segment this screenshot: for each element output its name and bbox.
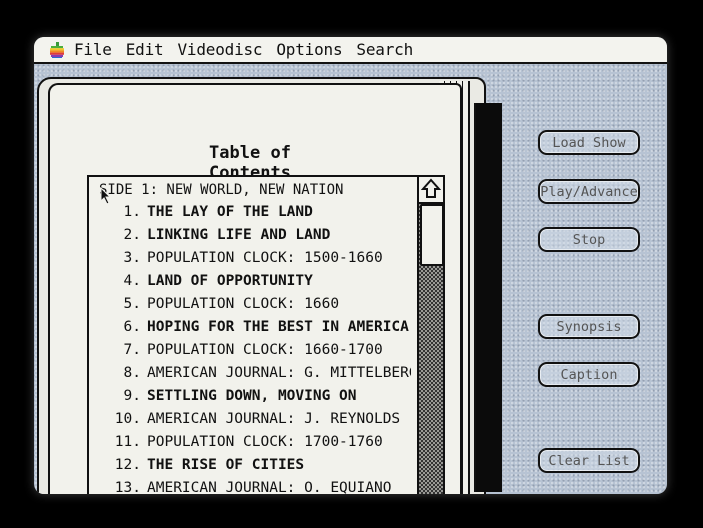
caption-label: Caption (560, 367, 618, 383)
chapter-title: POPULATION CLOCK: 1500-1660 (147, 250, 383, 266)
chapter-title: LAND OF OPPORTUNITY (147, 273, 313, 289)
menu-options[interactable]: Options (276, 40, 342, 59)
scroll-up-arrow-icon[interactable] (420, 178, 442, 200)
chapter-number: 6. (123, 319, 141, 335)
synopsis-label: Synopsis (556, 319, 622, 335)
clear-list-label: Clear List (548, 453, 630, 469)
screen: File Edit Videodisc Options Search Table… (34, 37, 667, 494)
menu-bar: File Edit Videodisc Options Search (34, 37, 667, 64)
chapter-title: AMERICAN JOURNAL: O. EQUIANO (147, 480, 392, 494)
play-advance-button[interactable]: Play/Advance (538, 179, 640, 204)
menu-videodisc[interactable]: Videodisc (177, 40, 262, 59)
chapter-number: 5. (123, 296, 141, 312)
chapter-title: AMERICAN JOURNAL: J. REYNOLDS (147, 411, 401, 427)
chapter-number: 13. (114, 480, 141, 494)
play-advance-label: Play/Advance (540, 184, 638, 200)
chapter-title: THE LAY OF THE LAND (147, 204, 313, 220)
chapter-number: 12. (114, 457, 141, 473)
chapter-number: 7. (123, 342, 141, 358)
chapter-title: AMERICAN JOURNAL: G. MITTELBERGER (147, 365, 411, 381)
chapter-number: 4. (123, 273, 141, 289)
caption-button[interactable]: Caption (538, 362, 640, 387)
chapter-number: 3. (123, 250, 141, 266)
menu-edit[interactable]: Edit (126, 40, 164, 59)
load-show-button[interactable]: Load Show (538, 130, 640, 155)
synopsis-button[interactable]: Synopsis (538, 314, 640, 339)
chapter-list: SIDE 1: NEW WORLD, NEW NATION 1. THE LAY … (87, 175, 445, 494)
chapter-number: 9. (123, 388, 141, 404)
apple-logo-icon[interactable] (50, 41, 64, 58)
chapter-title: HOPING FOR THE BEST IN AMERICA (147, 319, 409, 335)
chapter-title: POPULATION CLOCK: 1660-1700 (147, 342, 383, 358)
clear-list-button[interactable]: Clear List (538, 448, 640, 473)
chapter-number: 1. (123, 204, 141, 220)
chapter-number: 2. (123, 227, 141, 243)
book-page: Table of Contents SIDE 1: NEW WORLD, NEW… (48, 83, 462, 494)
menu-search[interactable]: Search (356, 40, 413, 59)
chapter-title: SETTLING DOWN, MOVING ON (147, 388, 357, 404)
chapter-list-content: SIDE 1: NEW WORLD, NEW NATION 1. THE LAY … (89, 177, 411, 494)
chapter-title: THE RISE OF CITIES (147, 457, 305, 473)
side-header: SIDE 1: NEW WORLD, NEW NATION (99, 182, 344, 198)
chapter-number: 8. (123, 365, 141, 381)
stop-label: Stop (572, 232, 606, 248)
stop-button[interactable]: Stop (538, 227, 640, 252)
scroll-thumb[interactable] (420, 204, 444, 266)
chapter-number: 10. (114, 411, 141, 427)
chapter-title: LINKING LIFE AND LAND (147, 227, 331, 243)
load-show-label: Load Show (552, 135, 626, 151)
chapter-title: POPULATION CLOCK: 1700-1760 (147, 434, 383, 450)
vertical-scrollbar[interactable] (417, 177, 444, 494)
mouse-pointer-icon (100, 186, 112, 209)
menu-file[interactable]: File (74, 40, 112, 59)
chapter-number: 11. (114, 434, 141, 450)
chapter-title: POPULATION CLOCK: 1660 (147, 296, 340, 312)
